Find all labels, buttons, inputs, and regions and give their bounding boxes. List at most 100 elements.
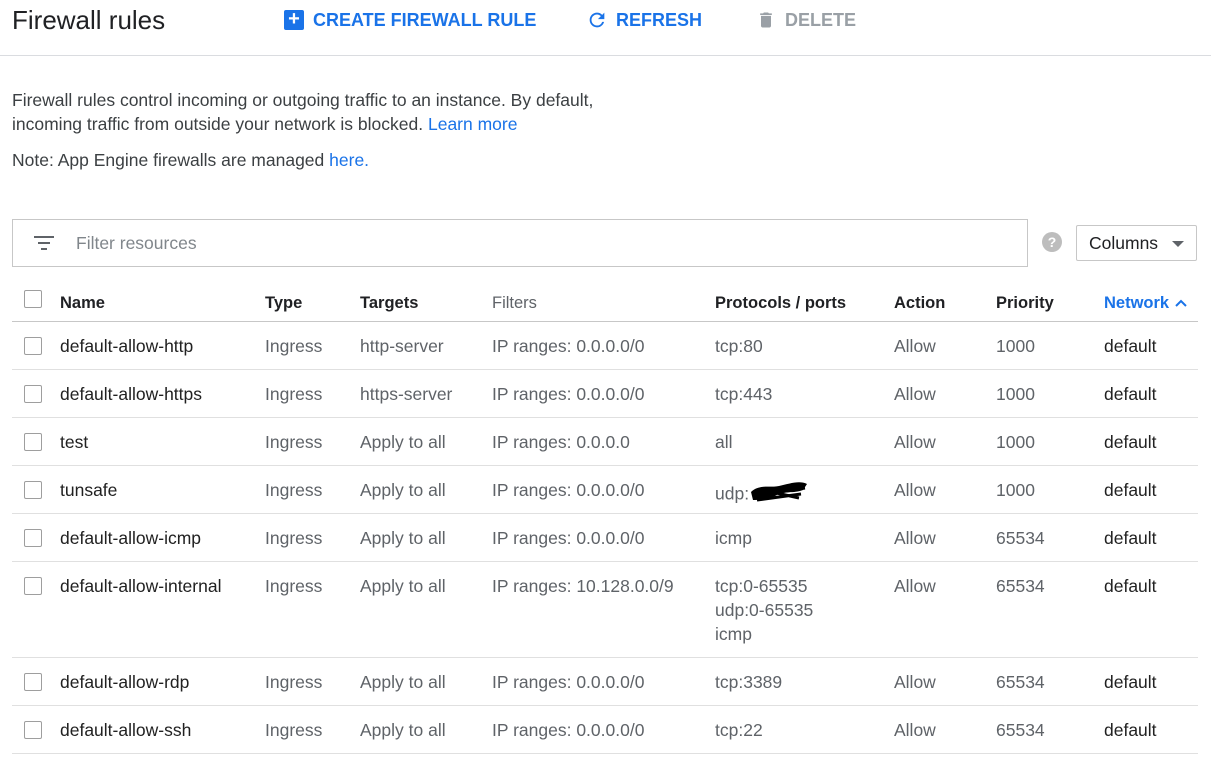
- table-row[interactable]: default-allow-internal Ingress Apply to al…: [12, 562, 1198, 658]
- rule-action: Allow: [894, 480, 936, 500]
- refresh-button[interactable]: REFRESH: [586, 8, 702, 32]
- create-firewall-rule-button[interactable]: + CREATE FIREWALL RULE: [283, 8, 536, 32]
- table-header: Name Type Targets Filters Protocols / po…: [12, 282, 1198, 322]
- header-action[interactable]: Action: [894, 294, 945, 313]
- header-priority[interactable]: Priority: [996, 294, 1054, 313]
- rule-network: default: [1104, 336, 1157, 356]
- rule-name[interactable]: tunsafe: [60, 478, 117, 502]
- row-checkbox[interactable]: [24, 577, 42, 595]
- header-targets[interactable]: Targets: [360, 294, 418, 313]
- rule-targets: Apply to all: [360, 576, 446, 596]
- rule-action: Allow: [894, 672, 936, 692]
- rule-protocols: tcp:80: [715, 334, 763, 358]
- rule-targets: Apply to all: [360, 432, 446, 452]
- rule-type: Ingress: [265, 480, 323, 500]
- rule-name[interactable]: default-allow-icmp: [60, 526, 201, 550]
- firewall-rules-table: Name Type Targets Filters Protocols / po…: [12, 282, 1198, 754]
- rule-action: Allow: [894, 336, 936, 356]
- delete-button[interactable]: DELETE: [755, 8, 856, 32]
- header-network[interactable]: Network: [1104, 294, 1187, 313]
- protocol-port: tcp:80: [715, 336, 763, 356]
- rule-priority: 65534: [996, 528, 1045, 548]
- learn-more-link[interactable]: Learn more: [428, 114, 518, 134]
- row-checkbox[interactable]: [24, 721, 42, 739]
- rule-priority: 1000: [996, 480, 1035, 500]
- top-bar: Firewall rules + CREATE FIREWALL RULE RE…: [0, 0, 1211, 56]
- rule-targets: Apply to all: [360, 672, 446, 692]
- rule-action: Allow: [894, 432, 936, 452]
- rule-action: Allow: [894, 720, 936, 740]
- page-title: Firewall rules: [12, 5, 166, 35]
- rule-priority: 1000: [996, 336, 1035, 356]
- header-type[interactable]: Type: [265, 294, 302, 313]
- rule-protocols: udp:: [715, 478, 809, 512]
- filter-list-icon: [32, 231, 56, 255]
- delete-label: DELETE: [785, 9, 857, 30]
- rule-name[interactable]: default-allow-internal: [60, 574, 221, 598]
- protocol-port: tcp:443: [715, 384, 773, 404]
- rule-network: default: [1104, 432, 1157, 452]
- app-engine-note: Note: App Engine firewalls are managed h…: [12, 148, 369, 172]
- refresh-label: REFRESH: [616, 9, 703, 30]
- rule-name[interactable]: default-allow-rdp: [60, 670, 189, 694]
- rule-action: Allow: [894, 528, 936, 548]
- rule-filters: IP ranges: 0.0.0.0/0: [492, 480, 645, 500]
- row-checkbox[interactable]: [24, 481, 42, 499]
- rule-action: Allow: [894, 384, 936, 404]
- rule-protocols: all: [715, 430, 733, 454]
- here-link[interactable]: here.: [329, 150, 369, 170]
- rule-targets: Apply to all: [360, 528, 446, 548]
- rule-network: default: [1104, 672, 1157, 692]
- table-row[interactable]: default-allow-icmp Ingress Apply to all IP …: [12, 514, 1198, 562]
- columns-dropdown[interactable]: Columns: [1076, 225, 1197, 261]
- rule-targets: https-server: [360, 384, 453, 404]
- protocol-port: tcp:3389: [715, 672, 783, 692]
- create-firewall-rule-label: CREATE FIREWALL RULE: [313, 9, 537, 30]
- rule-name[interactable]: default-allow-https: [60, 382, 202, 406]
- protocol-port: udp:0-65535: [715, 600, 814, 620]
- table-row[interactable]: default-allow-http Ingress http-server IP r…: [12, 322, 1198, 370]
- rule-type: Ingress: [265, 576, 323, 596]
- rule-type: Ingress: [265, 384, 323, 404]
- row-checkbox[interactable]: [24, 385, 42, 403]
- table-row[interactable]: default-allow-rdp Ingress Apply to all IP r…: [12, 658, 1198, 706]
- rule-filters: IP ranges: 0.0.0.0: [492, 432, 630, 452]
- header-filters: Filters: [492, 294, 537, 312]
- filter-resources-input[interactable]: [76, 232, 976, 254]
- rule-protocols: tcp:3389: [715, 670, 782, 694]
- table-row[interactable]: default-allow-https Ingress https-server IP…: [12, 370, 1198, 418]
- rule-filters: IP ranges: 0.0.0.0/0: [492, 336, 645, 356]
- rule-protocols: tcp:0-65535 udp:0-65535 icmp: [715, 574, 813, 646]
- rule-network: default: [1104, 576, 1157, 596]
- rule-name[interactable]: default-allow-ssh: [60, 718, 191, 742]
- help-icon[interactable]: ?: [1042, 232, 1062, 252]
- rule-name[interactable]: test: [60, 430, 88, 454]
- rule-targets: Apply to all: [360, 720, 446, 740]
- table-row[interactable]: default-allow-ssh Ingress Apply to all IP r…: [12, 706, 1198, 754]
- rule-type: Ingress: [265, 528, 323, 548]
- protocol-port: tcp:22: [715, 720, 763, 740]
- rule-name[interactable]: default-allow-http: [60, 334, 193, 358]
- header-protocols[interactable]: Protocols / ports: [715, 294, 846, 313]
- filter-bar: [12, 219, 1028, 267]
- trash-icon: [755, 9, 777, 31]
- rule-type: Ingress: [265, 432, 323, 452]
- rule-filters: IP ranges: 0.0.0.0/0: [492, 528, 645, 548]
- header-network-label: Network: [1104, 294, 1170, 312]
- table-row[interactable]: test Ingress Apply to all IP ranges: 0.0.0.…: [12, 418, 1198, 466]
- header-name[interactable]: Name: [60, 294, 105, 313]
- row-checkbox[interactable]: [24, 673, 42, 691]
- rule-protocols: tcp:22: [715, 718, 763, 742]
- rule-priority: 65534: [996, 720, 1045, 740]
- intro-line-2: incoming traffic from outside your netwo…: [12, 114, 424, 134]
- columns-label: Columns: [1089, 232, 1159, 253]
- rule-priority: 1000: [996, 432, 1035, 452]
- row-checkbox[interactable]: [24, 337, 42, 355]
- row-checkbox[interactable]: [24, 529, 42, 547]
- select-all-checkbox[interactable]: [24, 290, 42, 308]
- rule-filters: IP ranges: 0.0.0.0/0: [492, 720, 645, 740]
- protocol-port: all: [715, 432, 733, 452]
- table-row[interactable]: tunsafe Ingress Apply to all IP ranges: 0.0…: [12, 466, 1198, 514]
- protocol-port: icmp: [715, 624, 752, 644]
- row-checkbox[interactable]: [24, 433, 42, 451]
